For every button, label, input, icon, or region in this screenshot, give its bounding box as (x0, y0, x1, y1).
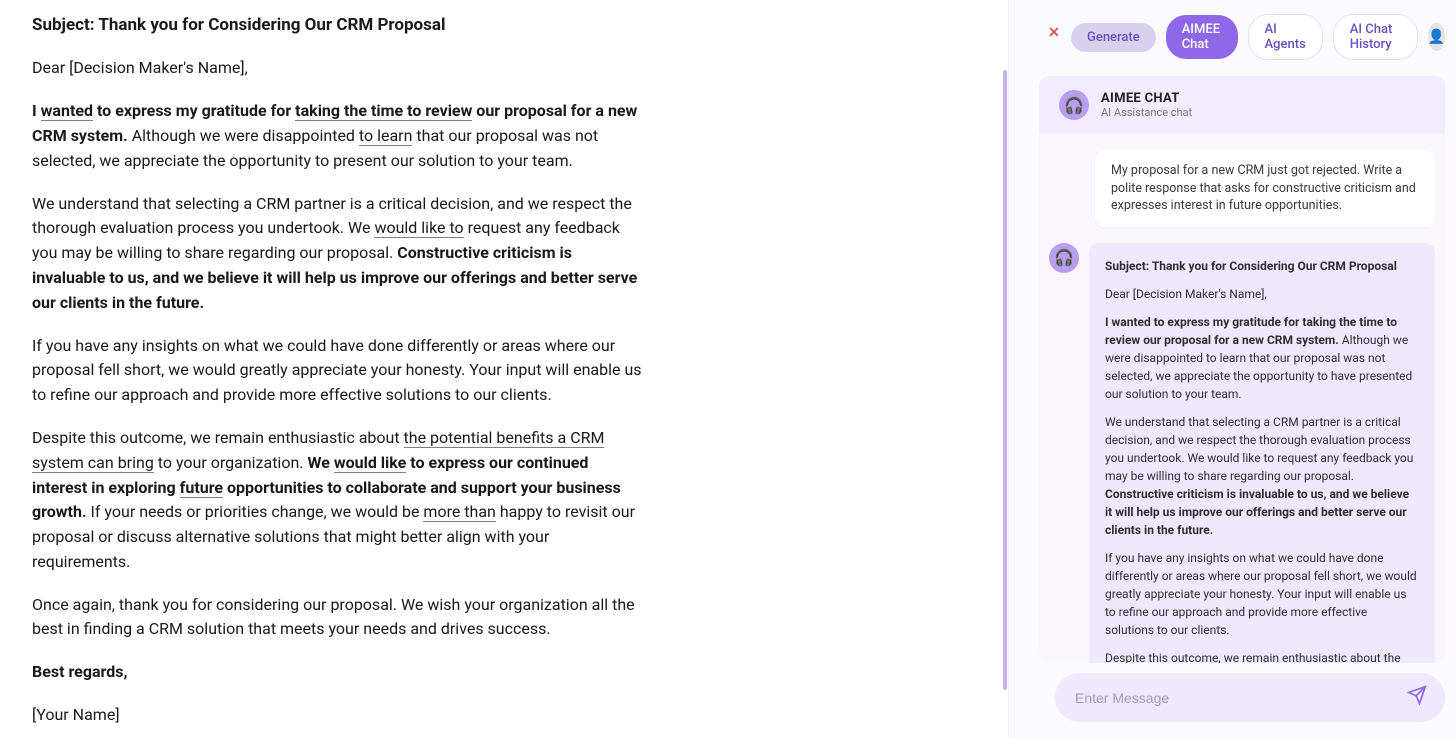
close-button[interactable]: ✕ (1043, 22, 1065, 44)
send-button[interactable] (1407, 685, 1427, 710)
tab-ai-agents[interactable]: AI Agents (1248, 14, 1323, 60)
tab-aimee-chat[interactable]: AIMEE Chat (1166, 15, 1238, 59)
document-pane: Subject: Thank you for Considering Our C… (0, 0, 1008, 738)
bot-avatar-small: 🎧 (1049, 243, 1079, 273)
bot-subject: Subject: Thank you for Considering Our C… (1105, 257, 1419, 275)
chat-header: 🎧 AIMEE CHAT AI Assistance chat (1039, 76, 1445, 134)
bot-p2: We understand that selecting a CRM partn… (1105, 413, 1419, 539)
headset-icon: 🎧 (1064, 96, 1084, 115)
user-message: My proposal for a new CRM just got rejec… (1095, 150, 1435, 227)
tab-ai-chat-history[interactable]: AI Chat History (1333, 14, 1418, 60)
user-avatar[interactable]: 👤 (1428, 23, 1445, 51)
closing: Best regards, (32, 660, 642, 685)
paragraph-5: Once again, thank you for considering ou… (32, 593, 642, 643)
chat-pane: ✕ Generate AIMEE Chat AI Agents AI Chat … (1008, 0, 1455, 738)
chat-title: AIMEE CHAT (1101, 91, 1192, 106)
bot-p1: I wanted to express my gratitude for tak… (1105, 313, 1419, 403)
close-icon: ✕ (1048, 25, 1060, 41)
bot-message: Subject: Thank you for Considering Our C… (1089, 243, 1435, 664)
message-input[interactable] (1073, 689, 1397, 707)
send-icon (1407, 685, 1427, 705)
signature: [Your Name] (32, 703, 642, 728)
bot-avatar: 🎧 (1059, 90, 1089, 120)
scrollbar-indicator[interactable] (1003, 70, 1007, 690)
chat-tabs: Generate AIMEE Chat AI Agents AI Chat Hi… (1009, 0, 1455, 70)
document-body: Subject: Thank you for Considering Our C… (32, 12, 642, 728)
subject-value: Thank you for Considering Our CRM Propos… (98, 15, 445, 35)
bot-message-row: 🎧 Subject: Thank you for Considering Our… (1049, 243, 1435, 664)
paragraph-4: Despite this outcome, we remain enthusia… (32, 426, 642, 575)
bot-p4: Despite this outcome, we remain enthusia… (1105, 649, 1419, 664)
subject-line: Subject: Thank you for Considering Our C… (32, 12, 642, 38)
message-input-row (1055, 673, 1445, 722)
paragraph-2: We understand that selecting a CRM partn… (32, 192, 642, 316)
paragraph-1: I wanted to express my gratitude for tak… (32, 99, 642, 173)
greeting: Dear [Decision Maker's Name], (32, 56, 642, 81)
paragraph-3: If you have any insights on what we coul… (32, 334, 642, 408)
tab-generate[interactable]: Generate (1071, 23, 1156, 52)
chat-body: My proposal for a new CRM just got rejec… (1039, 134, 1445, 663)
chat-subtitle: AI Assistance chat (1101, 106, 1192, 119)
bot-p3: If you have any insights on what we coul… (1105, 549, 1419, 639)
bot-greeting: Dear [Decision Maker's Name], (1105, 285, 1419, 303)
subject-label: Subject: (32, 15, 95, 35)
user-icon: 👤 (1428, 29, 1445, 45)
headset-icon: 🎧 (1054, 248, 1074, 267)
